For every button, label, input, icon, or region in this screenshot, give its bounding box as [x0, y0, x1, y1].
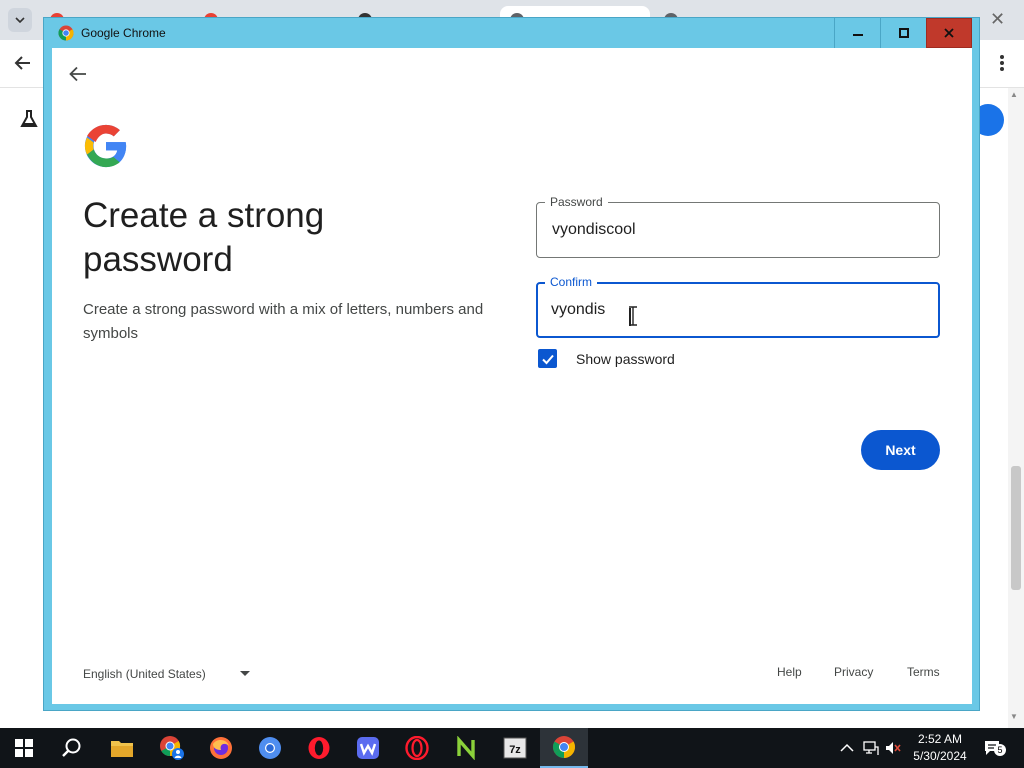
help-link[interactable]: Help [777, 665, 802, 679]
taskbar-chromium[interactable] [246, 728, 294, 768]
next-button[interactable]: Next [861, 430, 940, 470]
google-logo-icon [84, 124, 127, 168]
terms-link[interactable]: Terms [907, 665, 940, 679]
minimize-icon [852, 34, 863, 36]
language-select[interactable]: English (United States) [83, 664, 253, 684]
windows-logo-icon [15, 739, 33, 757]
notification-count-badge: 5 [994, 744, 1006, 756]
taskbar-chrome[interactable] [540, 728, 588, 768]
more-vert-icon[interactable] [994, 52, 1010, 74]
page-title: Create a strong password [83, 196, 325, 279]
back-arrow-icon[interactable] [12, 52, 34, 74]
flask-icon[interactable] [18, 108, 40, 130]
taskbar-notepad-plus-plus[interactable] [442, 728, 490, 768]
notepad-plus-plus-icon [455, 736, 477, 760]
close-icon[interactable]: ✕ [990, 9, 1005, 30]
window-title: Google Chrome [81, 26, 166, 40]
page-scrollbar[interactable] [1008, 88, 1024, 728]
opera-gx-icon [405, 736, 429, 760]
taskbar-search-button[interactable] [48, 728, 96, 768]
signin-content: Create a strong password Create a strong… [52, 48, 972, 704]
scroll-up-icon[interactable]: ▲ [1010, 90, 1018, 99]
network-icon[interactable] [862, 739, 880, 757]
opera-icon [308, 737, 330, 759]
taskbar-opera[interactable] [295, 728, 343, 768]
firefox-icon [210, 737, 232, 759]
privacy-link[interactable]: Privacy [834, 665, 873, 679]
taskbar-chrome-profile[interactable] [148, 728, 196, 768]
clock-date: 5/30/2024 [913, 749, 967, 763]
maximize-button[interactable] [880, 18, 926, 48]
volume-muted-icon[interactable] [884, 739, 902, 757]
taskbar-waterfox[interactable] [344, 728, 392, 768]
close-button[interactable] [926, 18, 972, 48]
dropdown-caret-icon[interactable] [240, 671, 250, 676]
password-input[interactable] [538, 204, 938, 256]
page-description: Create a strong password with a mix of l… [83, 301, 484, 342]
scroll-down-icon[interactable]: ▼ [1010, 712, 1018, 721]
waterfox-icon [357, 737, 379, 759]
chrome-profile-icon [160, 736, 184, 760]
taskbar-firefox[interactable] [197, 728, 245, 768]
chevron-up-icon[interactable] [838, 739, 856, 757]
start-button[interactable] [0, 728, 48, 768]
confirm-password-input[interactable] [538, 284, 938, 336]
scrollbar-thumb[interactable] [1011, 466, 1021, 590]
show-password-label[interactable]: Show password [576, 351, 675, 367]
maximize-icon [898, 28, 909, 38]
confirm-field[interactable]: Confirm [536, 274, 940, 338]
taskbar-opera-gx[interactable] [393, 728, 441, 768]
clock-time: 2:52 AM [917, 732, 963, 746]
chrome-logo-icon [58, 25, 74, 41]
folder-icon [111, 741, 133, 757]
search-icon [62, 738, 81, 757]
tray-clock[interactable]: 2:52 AM 5/30/2024 [902, 731, 978, 765]
windows-taskbar: 7z 2:52 AM 5/30/2024 [0, 728, 1024, 768]
show-password-checkbox[interactable] [538, 349, 557, 368]
chromium-icon [259, 737, 281, 759]
chevron-down-icon [15, 17, 25, 23]
checkmark-icon [541, 354, 554, 364]
minimize-button[interactable] [834, 18, 880, 48]
7zip-icon: 7z [503, 737, 527, 759]
back-arrow-icon[interactable] [66, 62, 90, 86]
window-titlebar[interactable]: Google Chrome [44, 18, 979, 48]
taskbar-7zip[interactable]: 7z [491, 728, 539, 768]
chrome-icon [553, 736, 575, 758]
chrome-signin-window: Google Chrome Create a strong password C… [43, 17, 980, 711]
language-select-value: English (United States) [83, 667, 206, 681]
password-field[interactable]: Password [536, 194, 940, 258]
svg-text:7z: 7z [509, 744, 521, 756]
ibeam-cursor-icon [629, 306, 637, 326]
close-icon [944, 28, 954, 38]
tab-search-button[interactable] [8, 8, 32, 32]
taskbar-file-explorer[interactable] [98, 728, 146, 768]
